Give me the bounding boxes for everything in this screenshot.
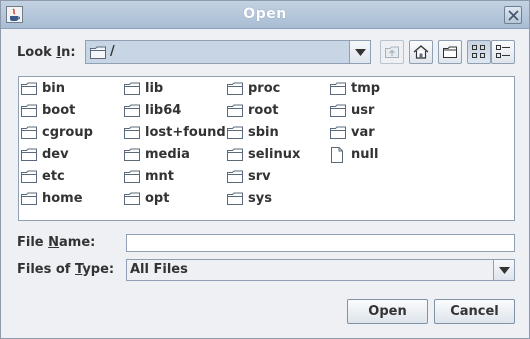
folder-icon: [21, 104, 37, 117]
close-button[interactable]: [504, 6, 522, 24]
file-list[interactable]: bin boot cgroup dev etc home lib lib64 lost+foun…: [18, 76, 515, 221]
window-title: Open: [243, 6, 287, 22]
file-list-item-label: sys: [248, 191, 272, 206]
folder-icon: [227, 170, 243, 183]
file-list-item-label: mnt: [145, 169, 175, 184]
up-folder-button[interactable]: [380, 40, 404, 64]
file-list-item[interactable]: opt: [124, 189, 224, 209]
file-list-item[interactable]: media: [124, 145, 224, 165]
folder-icon: [21, 170, 37, 183]
file-list-item[interactable]: root: [227, 101, 327, 121]
file-list-item-label: selinux: [248, 147, 301, 162]
file-list-item[interactable]: lib: [124, 79, 224, 99]
cancel-button[interactable]: Cancel: [434, 299, 515, 324]
folder-icon: [21, 192, 37, 205]
file-type-dropdown-button[interactable]: [493, 260, 514, 280]
file-name-input[interactable]: [126, 234, 515, 252]
look-in-dropdown-button[interactable]: [349, 41, 370, 63]
file-list-item-label: usr: [351, 103, 375, 118]
file-list-item[interactable]: sys: [227, 189, 327, 209]
details-view-icon: [496, 45, 510, 58]
list-view-icon: [472, 45, 485, 58]
folder-icon: [227, 82, 243, 95]
chevron-down-icon: [499, 267, 510, 274]
folder-icon: [227, 192, 243, 205]
file-list-item-label: boot: [42, 103, 76, 118]
file-list-item-label: home: [42, 191, 83, 206]
new-folder-icon: [443, 46, 457, 58]
file-type-label: Files of Type:: [17, 262, 115, 277]
file-list-item[interactable]: proc: [227, 79, 327, 99]
look-in-value: /: [110, 44, 115, 59]
file-list-item-label: opt: [145, 191, 170, 206]
file-list-item[interactable]: null: [330, 145, 430, 165]
up-folder-icon: [385, 46, 399, 58]
close-icon: [508, 10, 519, 21]
file-list-item[interactable]: etc: [21, 167, 121, 187]
file-type-value: All Files: [130, 262, 188, 277]
file-list-item[interactable]: lost+found: [124, 123, 226, 143]
file-list-item[interactable]: tmp: [330, 79, 430, 99]
file-list-item-label: bin: [42, 81, 66, 96]
folder-icon: [330, 126, 346, 139]
chevron-down-icon: [355, 49, 366, 56]
file-list-item[interactable]: sbin: [227, 123, 327, 143]
look-in-label: Look In:: [17, 45, 76, 60]
folder-icon: [227, 148, 243, 161]
folder-icon: [330, 104, 346, 117]
file-list-item[interactable]: selinux: [227, 145, 327, 165]
folder-icon: [124, 170, 140, 183]
folder-icon: [227, 126, 243, 139]
home-icon: [413, 45, 429, 59]
file-icon: [331, 147, 343, 163]
file-type-combo[interactable]: All Files: [126, 259, 515, 281]
folder-icon: [330, 82, 346, 95]
file-list-item[interactable]: lib64: [124, 101, 224, 121]
open-dialog: Open Look In: / bin boot cgroup dev etc …: [0, 0, 530, 339]
folder-icon: [90, 46, 106, 59]
file-list-item-label: media: [145, 147, 190, 162]
list-view-button[interactable]: [467, 40, 491, 64]
folder-icon: [21, 82, 37, 95]
folder-icon: [21, 148, 37, 161]
file-list-item-label: cgroup: [42, 125, 93, 140]
file-list-item[interactable]: srv: [227, 167, 327, 187]
file-list-item[interactable]: bin: [21, 79, 121, 99]
folder-icon: [124, 104, 140, 117]
file-list-item-label: null: [351, 147, 379, 162]
file-list-item[interactable]: home: [21, 189, 121, 209]
folder-icon: [21, 126, 37, 139]
file-list-item-label: root: [248, 103, 279, 118]
folder-icon: [124, 192, 140, 205]
file-list-item[interactable]: var: [330, 123, 430, 143]
folder-icon: [227, 104, 243, 117]
file-list-item-label: dev: [42, 147, 69, 162]
file-list-item-label: etc: [42, 169, 65, 184]
new-folder-button[interactable]: [438, 40, 462, 64]
open-button[interactable]: Open: [347, 299, 428, 324]
file-list-item-label: srv: [248, 169, 271, 184]
file-name-label: File Name:: [17, 235, 96, 250]
file-list-item[interactable]: boot: [21, 101, 121, 121]
file-list-item-label: lib: [145, 81, 164, 96]
file-list-item-label: var: [351, 125, 375, 140]
file-list-item-label: proc: [248, 81, 281, 96]
file-list-item-label: sbin: [248, 125, 279, 140]
home-button[interactable]: [409, 40, 433, 64]
details-view-button[interactable]: [491, 40, 515, 64]
file-list-item[interactable]: mnt: [124, 167, 224, 187]
file-list-item-label: lost+found: [145, 125, 226, 140]
file-list-item[interactable]: dev: [21, 145, 121, 165]
folder-icon: [124, 82, 140, 95]
title-bar[interactable]: Open: [1, 1, 529, 29]
folder-icon: [124, 148, 140, 161]
folder-icon: [124, 126, 140, 139]
file-list-item-label: tmp: [351, 81, 381, 96]
file-list-item-label: lib64: [145, 103, 182, 118]
look-in-combo[interactable]: /: [85, 40, 371, 64]
file-list-item[interactable]: usr: [330, 101, 430, 121]
file-list-item[interactable]: cgroup: [21, 123, 121, 143]
